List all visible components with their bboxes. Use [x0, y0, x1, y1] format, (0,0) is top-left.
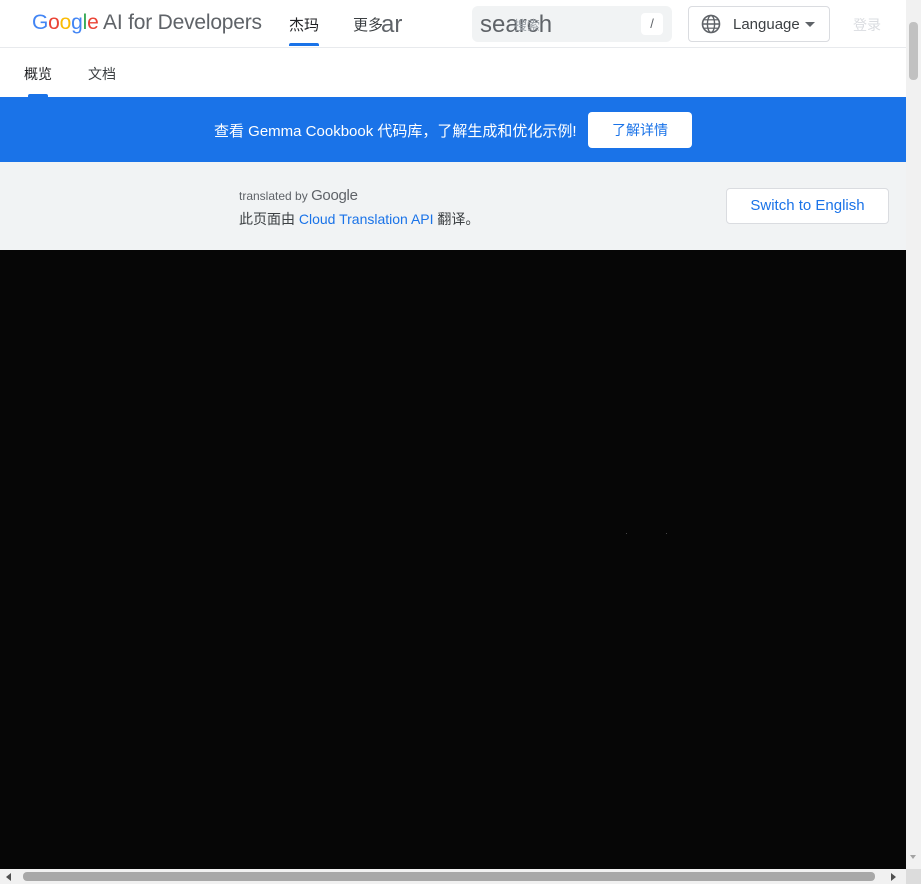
content-pixel — [626, 533, 627, 534]
search-box[interactable]: search 搜索 / — [472, 6, 672, 42]
content-pixel — [666, 533, 667, 534]
logo-text: AI for Developers — [98, 11, 262, 34]
subtab-docs[interactable]: 文档 — [88, 64, 116, 84]
vertical-scrollbar-thumb[interactable] — [909, 22, 918, 80]
search-placeholder-overlay: 搜索 — [514, 18, 541, 33]
scroll-right-icon[interactable] — [891, 873, 896, 881]
top-header: Google AI for Developers 杰玛 更多 ar search… — [0, 0, 906, 48]
vertical-scrollbar[interactable] — [906, 0, 921, 869]
chevron-down-icon — [805, 22, 815, 27]
translation-notice: translated by Google 此页面由 Cloud Translat… — [0, 162, 906, 250]
banner-text: 查看 Gemma Cookbook 代码库，了解生成和优化示例! — [214, 123, 577, 140]
google-ai-logo[interactable]: Google AI for Developers — [32, 11, 262, 35]
globe-icon — [701, 14, 721, 34]
signin-button[interactable]: 登录 — [853, 15, 881, 35]
subtab-overview[interactable]: 概览 — [24, 64, 52, 97]
more-overflow-text: ar — [381, 11, 403, 38]
sub-navigation: 概览 文档 — [0, 48, 906, 97]
google-wordmark: Google — [311, 187, 358, 204]
translated-by-label: translated by Google — [239, 187, 358, 204]
scroll-down-icon[interactable] — [910, 855, 916, 859]
switch-to-english-button[interactable]: Switch to English — [726, 188, 889, 224]
horizontal-scrollbar[interactable] — [0, 869, 906, 884]
translation-info: 此页面由 Cloud Translation API 翻译。 — [239, 211, 480, 227]
hero-content-area — [0, 250, 906, 869]
cloud-translation-link[interactable]: Cloud Translation API — [299, 211, 434, 227]
tab-more[interactable]: 更多 — [353, 14, 383, 35]
learn-more-button[interactable]: 了解详情 — [588, 112, 692, 148]
tab-gemma[interactable]: 杰玛 — [289, 14, 320, 46]
announcement-banner: 查看 Gemma Cookbook 代码库，了解生成和优化示例! 了解详情 — [0, 97, 906, 162]
scroll-left-icon[interactable] — [6, 873, 11, 881]
search-shortcut-key: / — [641, 13, 663, 35]
language-label: Language — [733, 16, 800, 33]
language-selector[interactable]: Language — [688, 6, 830, 42]
scrollbar-corner — [906, 869, 921, 884]
horizontal-scrollbar-thumb[interactable] — [23, 872, 875, 881]
